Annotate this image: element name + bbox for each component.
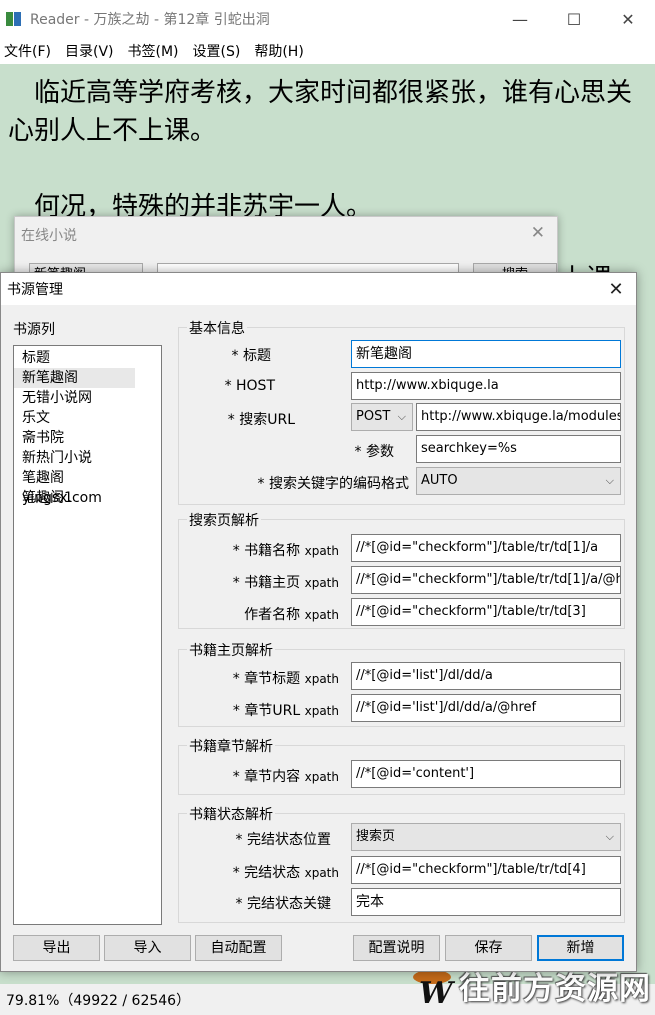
online-dialog-close-icon[interactable]: ✕	[531, 223, 545, 243]
chapter-legend: 书籍章节解析	[187, 736, 275, 756]
menu-bookmark[interactable]: 书签(M)	[128, 41, 179, 61]
source-list-label: 书源列	[13, 322, 55, 338]
method-value: POST	[356, 409, 391, 424]
menu-toc[interactable]: 目录(V)	[65, 41, 114, 61]
book-name-label: * 书籍名称 xpath	[232, 543, 339, 559]
finish-state-xpath-input[interactable]: //*[@id="checkform"]/table/tr/td[4]	[351, 856, 621, 884]
chevron-down-icon: ⌵	[397, 410, 406, 423]
config-help-button[interactable]: 配置说明	[353, 935, 440, 961]
reader-paragraph: 临近高等学府考核，大家时间都很紧张，谁有心思关心别人上不上课。	[8, 78, 633, 146]
finish-state-label: * 完结状态 xpath	[232, 865, 339, 881]
content-label: * 章节内容 xpath	[232, 769, 339, 785]
list-item[interactable]: 标题	[14, 348, 135, 368]
content-xpath-input[interactable]: //*[@id='content']	[351, 760, 621, 788]
dialog-close-button[interactable]: ✕	[596, 279, 636, 300]
params-input[interactable]: searchkey=%s	[416, 435, 621, 463]
dialog-titlebar: 书源管理 ✕	[1, 273, 636, 305]
menu-help[interactable]: 帮助(H)	[254, 41, 303, 61]
title-input[interactable]: 新笔趣阁	[351, 340, 621, 368]
book-home-xpath-input[interactable]: //*[@id="checkform"]/table/tr/td[1]/a/@h…	[351, 566, 621, 594]
encoding-label: * 搜索关键字的编码格式	[257, 476, 409, 492]
auto-config-button[interactable]: 自动配置	[195, 935, 282, 961]
basic-info-legend: 基本信息	[187, 318, 247, 338]
title-label: * 标题	[231, 348, 271, 364]
close-button[interactable]: ✕	[601, 0, 655, 38]
encoding-value: AUTO	[421, 473, 458, 488]
encoding-select[interactable]: AUTO ⌵	[416, 467, 621, 495]
menu-settings[interactable]: 设置(S)	[193, 41, 241, 61]
list-item[interactable]: 乐文	[14, 408, 135, 428]
finish-keyword-label: * 完结状态关键	[235, 896, 331, 912]
chevron-down-icon: ⌵	[605, 830, 614, 843]
menu-file[interactable]: 文件(F)	[4, 41, 51, 61]
finish-keyword-input[interactable]: 完本	[351, 888, 621, 916]
export-button[interactable]: 导出	[13, 935, 100, 961]
chapter-title-label: * 章节标题 xpath	[232, 671, 339, 687]
search-url-input[interactable]: http://www.xbiquge.la/modules/ar	[416, 403, 621, 431]
author-xpath-input[interactable]: //*[@id="checkform"]/table/tr/td[3]	[351, 598, 621, 626]
source-list[interactable]: 标题 新笔趣阁 无错小说网 乐文 斋书院 新热门小说 笔趣阁yingsx.com…	[13, 345, 162, 925]
host-label: * HOST	[224, 378, 275, 394]
chevron-down-icon: ⌵	[605, 474, 614, 487]
chapter-title-xpath-input[interactable]: //*[@id='list']/dl/dd/a	[351, 662, 621, 690]
finish-position-value: 搜索页	[356, 829, 396, 844]
reading-progress: 79.81%（49922 / 62546）	[6, 992, 191, 1009]
author-label: 作者名称 xpath	[244, 607, 339, 623]
minimize-button[interactable]: —	[493, 0, 547, 38]
list-item[interactable]: 新热门小说	[14, 448, 135, 468]
online-dialog-title: 在线小说	[21, 228, 77, 244]
list-item[interactable]: 斋书院	[14, 428, 135, 448]
source-manager-dialog: 书源管理 ✕ 书源列 标题 新笔趣阁 无错小说网 乐文 斋书院 新热门小说 笔趣…	[0, 272, 637, 972]
chapter-url-xpath-input[interactable]: //*[@id='list']/dl/dd/a/@href	[351, 694, 621, 722]
import-button[interactable]: 导入	[104, 935, 191, 961]
chapter-url-label: * 章节URL xpath	[232, 703, 339, 719]
host-input[interactable]: http://www.xbiquge.la	[351, 372, 621, 400]
book-app-icon	[6, 11, 22, 27]
save-button[interactable]: 保存	[445, 935, 532, 961]
book-home-label: * 书籍主页 xpath	[232, 575, 339, 591]
list-item[interactable]: 无错小说网	[14, 388, 135, 408]
window-titlebar: Reader - 万族之劫 - 第12章 引蛇出洞 — ☐ ✕	[0, 0, 655, 38]
dialog-title: 书源管理	[7, 282, 63, 298]
add-button[interactable]: 新增	[537, 935, 624, 961]
method-select[interactable]: POST ⌵	[351, 403, 413, 431]
params-label: * 参数	[354, 444, 394, 460]
status-legend: 书籍状态解析	[187, 804, 275, 824]
home-page-legend: 书籍主页解析	[187, 640, 275, 660]
window-title: Reader - 万族之劫 - 第12章 引蛇出洞	[30, 12, 270, 28]
book-name-xpath-input[interactable]: //*[@id="checkform"]/table/tr/td[1]/a	[351, 534, 621, 562]
list-item[interactable]: 笔趣阁yingsx.com	[14, 468, 135, 506]
search-url-label: * 搜索URL	[227, 412, 295, 428]
menubar: 文件(F) 目录(V) 书签(M) 设置(S) 帮助(H)	[0, 38, 655, 64]
list-item-selected[interactable]: 新笔趣阁	[14, 368, 135, 388]
maximize-button[interactable]: ☐	[547, 0, 601, 38]
search-page-legend: 搜索页解析	[187, 510, 261, 530]
finish-position-select[interactable]: 搜索页 ⌵	[351, 823, 621, 851]
finish-position-label: * 完结状态位置	[235, 832, 331, 848]
